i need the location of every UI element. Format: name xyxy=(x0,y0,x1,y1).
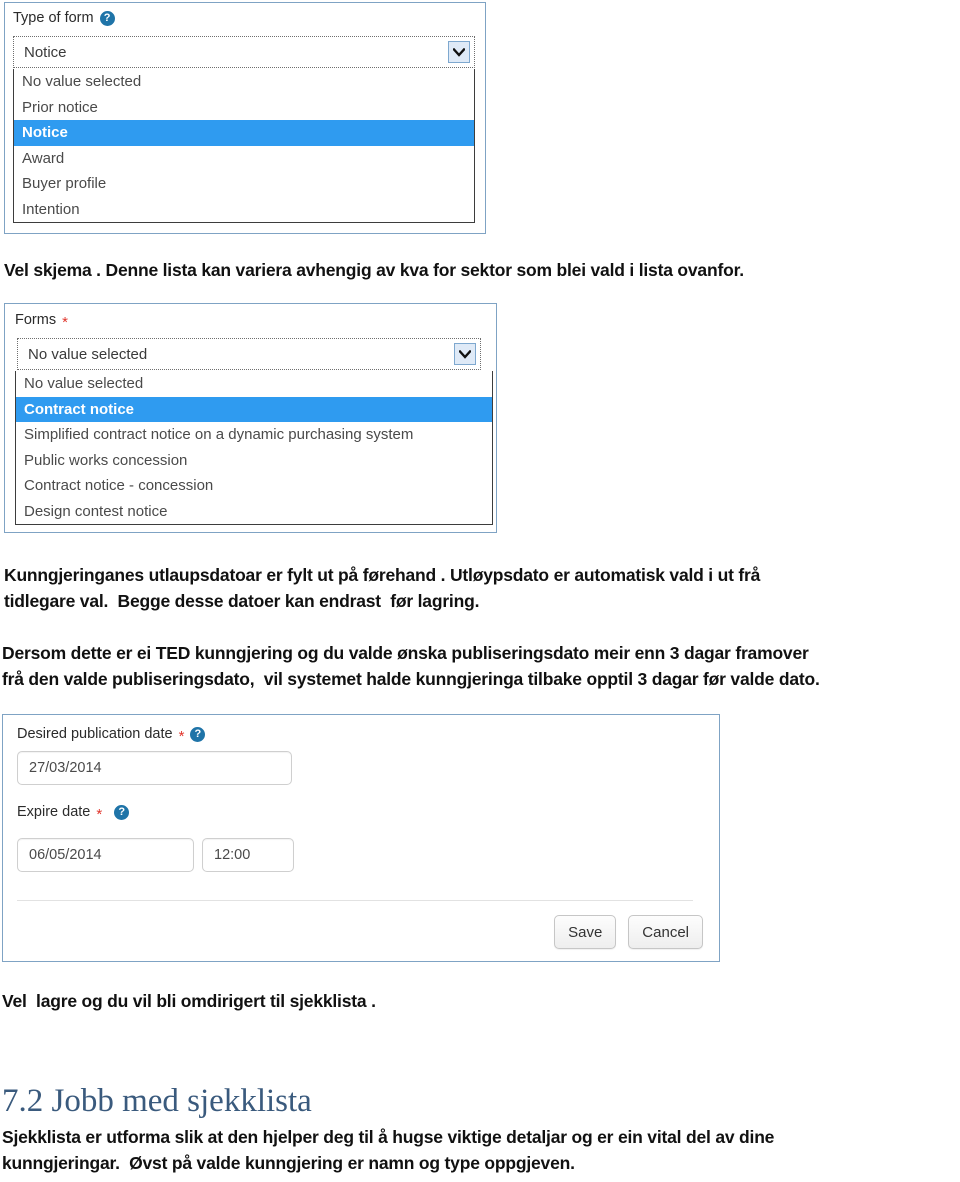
page-heading-7-2: 7.2 Jobb med sjekklista xyxy=(2,1083,312,1119)
help-circle-icon[interactable]: ? xyxy=(190,726,206,742)
paragraph-vel-skjema: Vel skjema . Denne lista kan variera avh… xyxy=(4,260,744,280)
list-item[interactable]: No value selected xyxy=(16,371,492,397)
desired-publication-date-label: Desired publication date xyxy=(17,726,173,742)
required-asterisk: * xyxy=(178,727,185,745)
forms-label-row: Forms * xyxy=(15,312,68,331)
list-item-selected[interactable]: Notice xyxy=(14,120,474,146)
cancel-button[interactable]: Cancel xyxy=(628,915,703,949)
chevron-down-icon[interactable] xyxy=(448,41,470,63)
expire-time-input[interactable]: 12:00 xyxy=(202,838,294,872)
list-item[interactable]: Award xyxy=(14,146,474,172)
type-of-form-select[interactable]: Notice xyxy=(13,36,475,68)
type-of-form-label: Type of form xyxy=(13,10,94,26)
list-item[interactable]: Contract notice - concession xyxy=(16,473,492,499)
list-item[interactable]: Intention xyxy=(14,197,474,223)
list-item[interactable]: Design contest notice xyxy=(16,499,492,525)
forms-select[interactable]: No value selected xyxy=(17,338,481,370)
paragraph-ted-kunngjering: Dersom dette er ei TED kunngjering og du… xyxy=(2,643,820,689)
type-of-form-option-list[interactable]: No value selected Prior notice Notice Aw… xyxy=(13,69,475,223)
expire-date-value: 06/05/2014 xyxy=(29,847,102,863)
expire-date-label-row: Expire date * ? xyxy=(17,804,130,823)
paragraph-sjekklista: Sjekklista er utforma slik at den hjelpe… xyxy=(2,1127,775,1173)
required-asterisk: * xyxy=(96,805,103,823)
expire-date-label: Expire date xyxy=(17,804,91,820)
paragraph-utlaupsdatoar: Kunngjeringanes utlaupsdatoar er fylt ut… xyxy=(4,565,761,611)
expire-date-input[interactable]: 06/05/2014 xyxy=(17,838,194,872)
required-asterisk: * xyxy=(62,313,68,331)
list-item[interactable]: No value selected xyxy=(14,69,474,95)
screenshot-forms: Forms * No value selected No value selec… xyxy=(4,303,497,533)
chevron-down-icon[interactable] xyxy=(454,343,476,365)
desired-publication-date-label-row: Desired publication date * ? xyxy=(17,726,206,745)
list-item[interactable]: Buyer profile xyxy=(14,171,474,197)
screenshot-publication-dates: Desired publication date * ? 27/03/2014 … xyxy=(2,714,720,962)
type-of-form-select-value: Notice xyxy=(24,43,67,61)
save-button[interactable]: Save xyxy=(554,915,617,949)
list-item[interactable]: Simplified contract notice on a dynamic … xyxy=(16,422,492,448)
desired-publication-date-input[interactable]: 27/03/2014 xyxy=(17,751,292,785)
type-of-form-label-row: Type of form ? xyxy=(13,10,115,26)
list-item-selected[interactable]: Contract notice xyxy=(16,396,492,422)
forms-select-value: No value selected xyxy=(28,345,148,363)
forms-label: Forms xyxy=(15,312,57,328)
list-item[interactable]: Public works concession xyxy=(16,448,492,474)
form-actions: Save Cancel xyxy=(554,915,703,949)
expire-time-value: 12:00 xyxy=(214,847,251,863)
help-circle-icon[interactable]: ? xyxy=(99,10,115,26)
paragraph-vel-lagre: Vel lagre og du vil bli omdirigert til s… xyxy=(2,991,376,1011)
desired-publication-date-value: 27/03/2014 xyxy=(29,760,102,776)
forms-option-list[interactable]: No value selected Contract notice Simpli… xyxy=(15,371,493,525)
screenshot-type-of-form: Type of form ? Notice No value selected … xyxy=(4,2,486,234)
list-item[interactable]: Prior notice xyxy=(14,95,474,121)
help-circle-icon[interactable]: ? xyxy=(114,804,130,820)
form-divider xyxy=(17,900,693,901)
